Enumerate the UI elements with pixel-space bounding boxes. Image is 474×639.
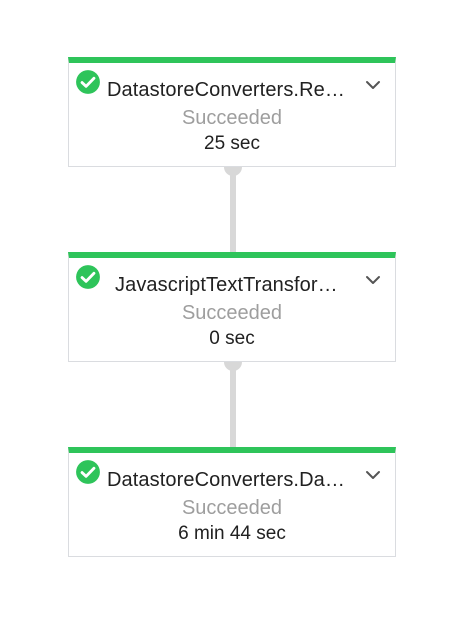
edge-connector-dot [224,362,242,371]
chevron-down-icon[interactable] [361,463,385,487]
step-status: Succeeded [181,107,283,129]
step-duration: 25 sec [204,133,260,154]
step-card[interactable]: DatastoreConverters.Da… Succeeded 6 min … [68,447,396,557]
step-title: DatastoreConverters.Re… [107,79,345,101]
step-duration: 0 sec [209,328,255,349]
check-circle-icon [76,70,100,94]
check-circle-icon [76,460,100,484]
edge-connector [230,362,236,448]
step-title: DatastoreConverters.Da… [107,469,345,491]
step-status: Succeeded [181,302,283,324]
job-graph: DatastoreConverters.Re… Succeeded 25 sec… [0,0,474,639]
chevron-down-icon[interactable] [361,268,385,292]
step-duration: 6 min 44 sec [178,523,286,544]
chevron-down-icon[interactable] [361,73,385,97]
step-card[interactable]: JavascriptTextTransfor… Succeeded 0 sec [68,252,396,362]
check-circle-icon [76,265,100,289]
edge-connector [230,167,236,253]
step-card[interactable]: DatastoreConverters.Re… Succeeded 25 sec [68,57,396,167]
step-title: JavascriptTextTransfor… [115,274,338,296]
edge-connector-dot [224,167,242,176]
step-status: Succeeded [181,497,283,519]
